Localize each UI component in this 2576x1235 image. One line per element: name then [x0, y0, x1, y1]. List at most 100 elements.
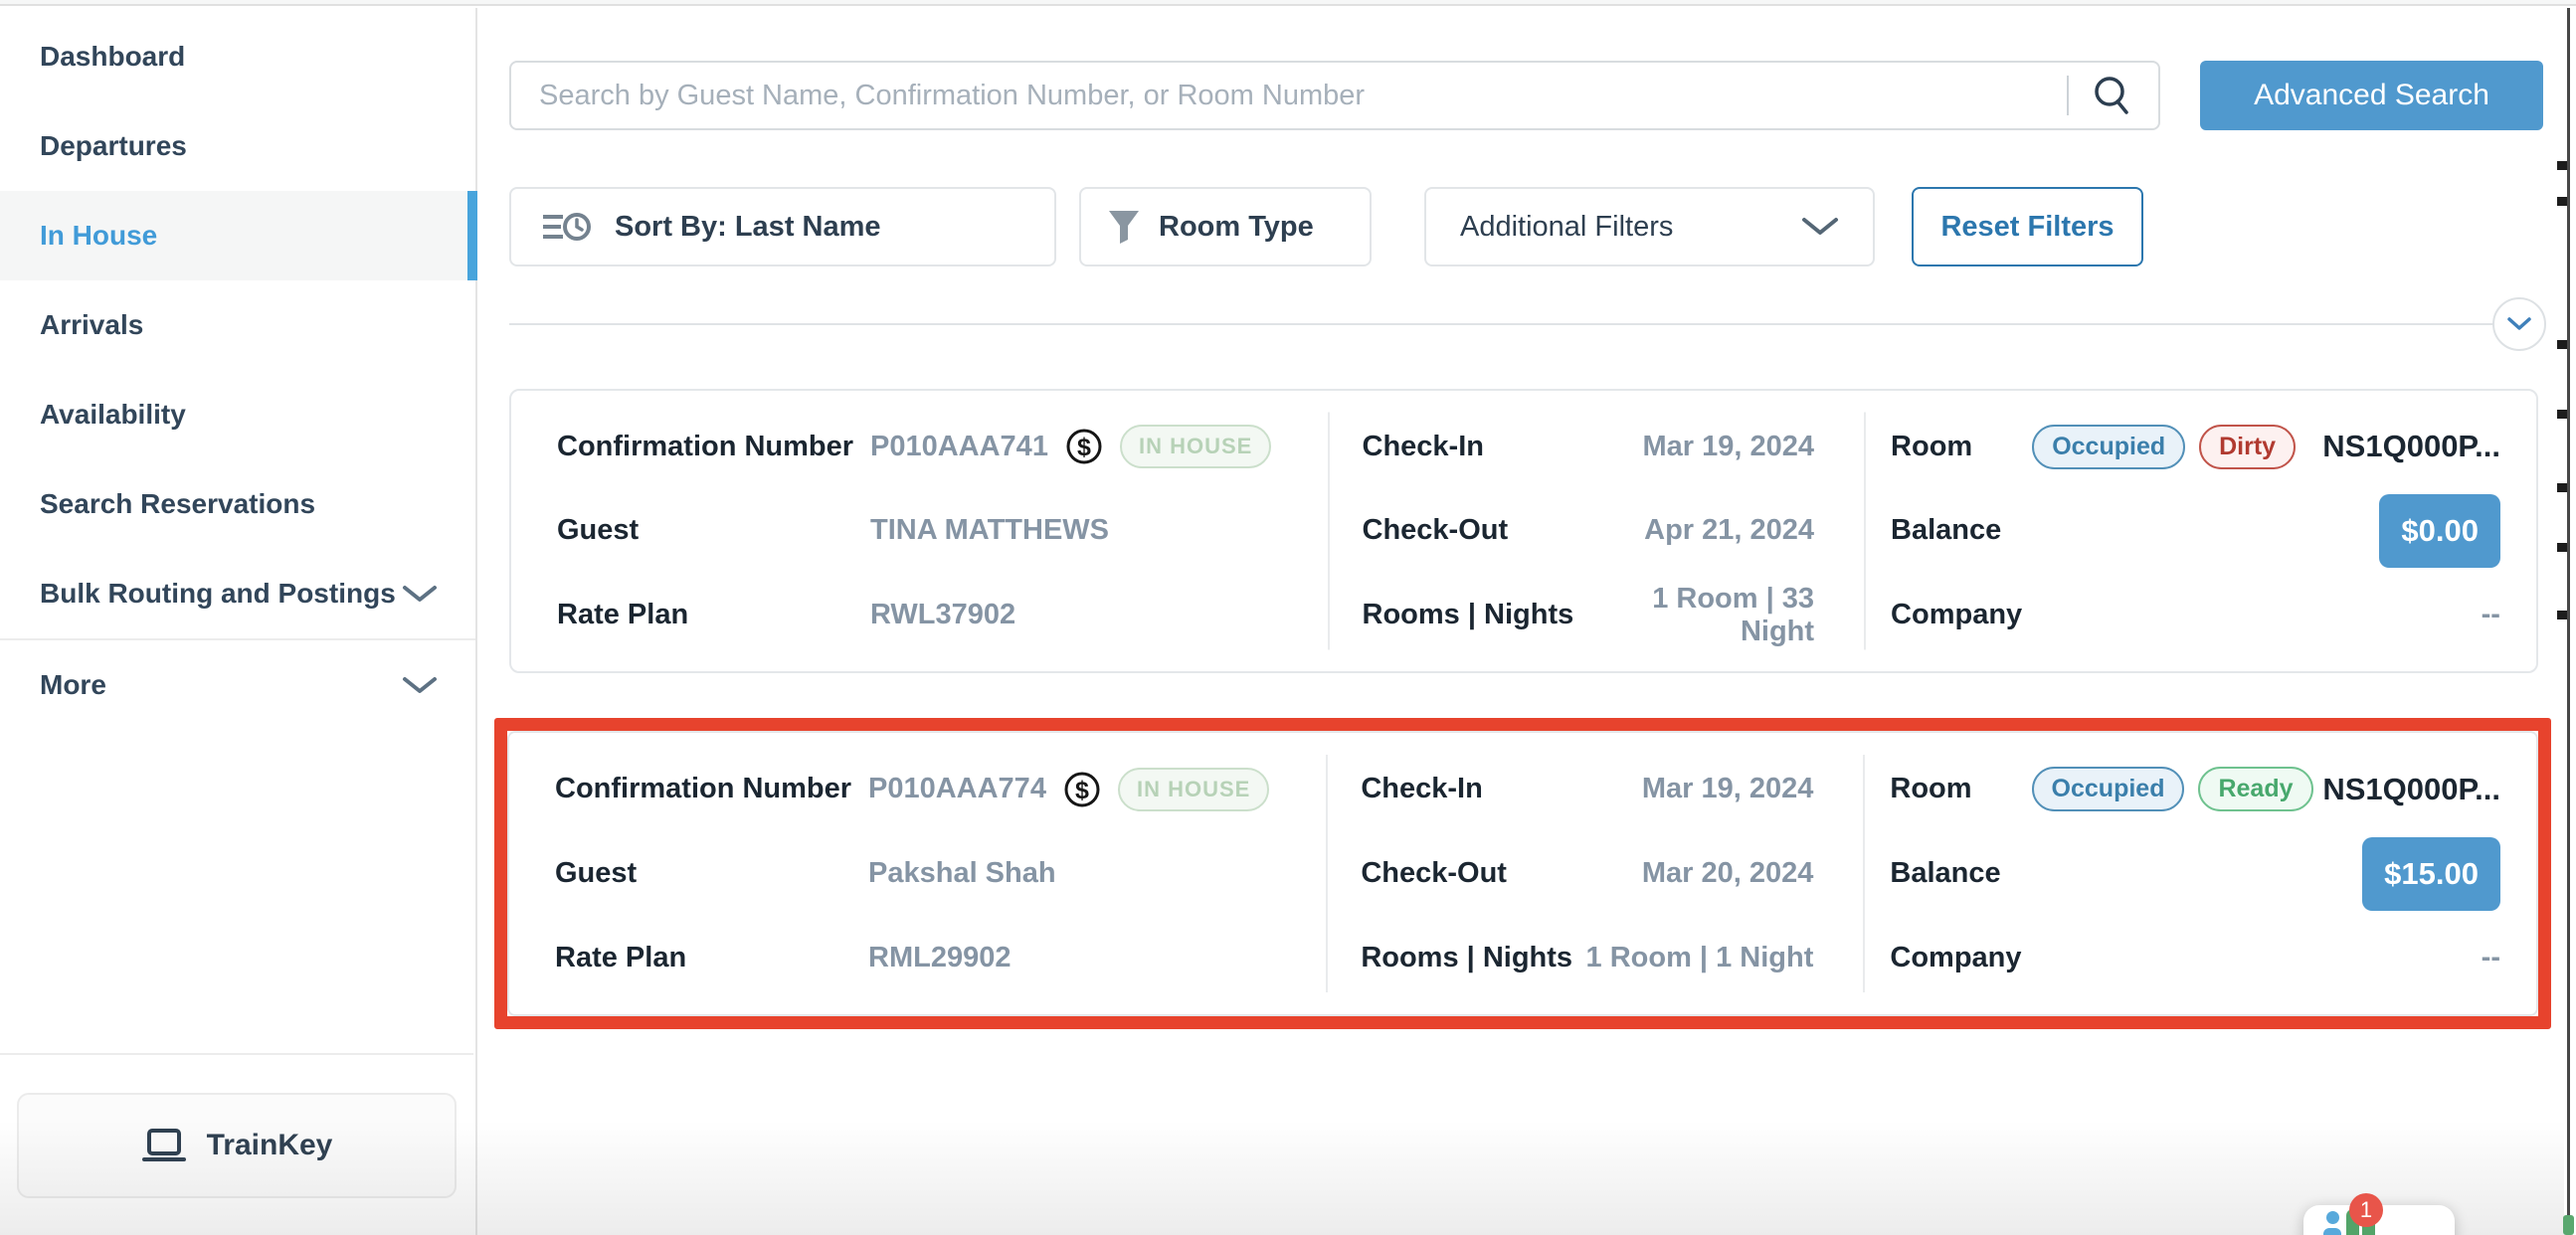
screen-right-edge [2567, 8, 2570, 1235]
confirmation-row: Confirmation Number P010AAA741 $ IN HOUS… [557, 425, 1288, 468]
sidebar-item-availability[interactable]: Availability [0, 370, 475, 459]
sidebar-item-label: Bulk Routing and Postings [40, 578, 396, 610]
svg-text:$: $ [1075, 777, 1089, 804]
rooms-nights-label: Rooms | Nights [1363, 599, 1574, 631]
sidebar-item-label: More [40, 669, 106, 701]
chat-widget-button[interactable]: 1 [2303, 1205, 2455, 1235]
room-row: Room Occupied Ready NS1Q000P... [1890, 767, 2500, 811]
rooms-nights-label: Rooms | Nights [1361, 942, 1572, 974]
search-separator [2067, 76, 2069, 115]
housekeeping-status-badge: Ready [2198, 767, 2312, 811]
guest-name: Pakshal Shah [868, 857, 1056, 890]
collapse-toggle[interactable] [2492, 297, 2546, 351]
rooms-nights-row: Rooms | Nights 1 Room | 1 Night [1361, 942, 1813, 974]
check-out-row: Check-Out Apr 21, 2024 [1363, 514, 1815, 547]
sidebar-item-arrivals[interactable]: Arrivals [0, 280, 475, 370]
sidebar: Dashboard Departures In House Arrivals A… [0, 8, 477, 1235]
room-status-badge: Occupied [2032, 425, 2185, 469]
reservation-card[interactable]: Confirmation Number P010AAA741 $ IN HOUS… [509, 389, 2538, 673]
cropped-content-fragment [2557, 340, 2567, 349]
check-out-date: Apr 21, 2024 [1644, 514, 1814, 547]
confirmation-row: Confirmation Number P010AAA774 $ IN HOUS… [555, 768, 1286, 811]
sidebar-item-search-reservations[interactable]: Search Reservations [0, 459, 475, 549]
check-out-label: Check-Out [1363, 514, 1509, 547]
check-in-row: Check-In Mar 19, 2024 [1363, 431, 1815, 463]
room-label: Room [1891, 431, 1972, 463]
sidebar-item-dashboard[interactable]: Dashboard [0, 12, 475, 101]
sort-by-button[interactable]: Sort By: Last Name [509, 187, 1056, 266]
check-in-row: Check-In Mar 19, 2024 [1361, 773, 1813, 805]
housekeeping-status-badge: Dirty [2199, 425, 2296, 469]
balance-badge[interactable]: $15.00 [2362, 837, 2500, 911]
sidebar-footer: TrainKey [0, 1053, 473, 1235]
confirmation-label: Confirmation Number [555, 773, 868, 805]
highlight-annotation-box: Confirmation Number P010AAA774 $ IN HOUS… [494, 718, 2551, 1029]
card-guest-section: Confirmation Number P010AAA741 $ IN HOUS… [511, 391, 1328, 671]
balance-row: Balance $0.00 [1891, 494, 2500, 568]
balance-row: Balance $15.00 [1890, 837, 2500, 911]
company-value: -- [2482, 599, 2500, 631]
search-input[interactable] [509, 61, 2160, 130]
chevron-down-icon [402, 675, 438, 695]
rate-plan-label: Rate Plan [555, 942, 868, 974]
section-divider [509, 323, 2494, 325]
rate-plan-row: Rate Plan RWL37902 [557, 599, 1288, 631]
cropped-content-fragment [2557, 161, 2567, 170]
sidebar-item-bulk-routing-postings[interactable]: Bulk Routing and Postings [0, 549, 475, 638]
room-row: Room Occupied Dirty NS1Q000P... [1891, 425, 2500, 469]
reset-filters-button[interactable]: Reset Filters [1912, 187, 2143, 266]
chevron-down-icon [1801, 216, 1839, 238]
main-content: Advanced Search Sort By: Last Name R [479, 8, 2576, 1235]
room-type-button[interactable]: Room Type [1079, 187, 1372, 266]
check-in-label: Check-In [1363, 431, 1484, 463]
guest-row: Guest TINA MATTHEWS [557, 514, 1288, 547]
dollar-circle-icon[interactable]: $ [1064, 427, 1104, 466]
advanced-search-button[interactable]: Advanced Search [2200, 61, 2543, 130]
sidebar-nav: Dashboard Departures In House Arrivals A… [0, 8, 475, 730]
company-label: Company [1890, 942, 2021, 974]
funnel-filter-icon [1107, 209, 1141, 245]
cropped-content-fragment [2557, 410, 2567, 419]
search-icon[interactable] [2091, 74, 2134, 117]
dollar-circle-icon[interactable]: $ [1062, 770, 1102, 809]
check-in-date: Mar 19, 2024 [1643, 431, 1815, 463]
notification-badge: 1 [2349, 1193, 2383, 1227]
cropped-content-fragment [2557, 197, 2567, 206]
check-in-date: Mar 19, 2024 [1642, 773, 1814, 805]
rooms-nights-value: 1 Room | 1 Night [1586, 942, 1814, 974]
guest-row: Guest Pakshal Shah [555, 857, 1286, 890]
sidebar-item-label: Arrivals [40, 309, 143, 341]
cropped-content-fragment [2557, 611, 2567, 619]
sidebar-item-in-house[interactable]: In House [0, 191, 475, 280]
company-value: -- [2482, 942, 2500, 974]
trainkey-label: TrainKey [207, 1129, 333, 1162]
sort-by-label: Sort By: Last Name [615, 211, 881, 244]
cropped-content-fragment [2557, 543, 2567, 552]
additional-filters-button[interactable]: Additional Filters [1424, 187, 1875, 266]
cropped-content-fragment [2563, 1215, 2574, 1235]
sidebar-item-departures[interactable]: Departures [0, 101, 475, 191]
rate-plan-label: Rate Plan [557, 599, 870, 631]
reservation-card[interactable]: Confirmation Number P010AAA774 $ IN HOUS… [507, 731, 2538, 1016]
room-status-badge: Occupied [2032, 767, 2185, 811]
svg-text:$: $ [1077, 434, 1091, 461]
room-label: Room [1890, 773, 1971, 805]
rate-plan-value: RWL37902 [870, 599, 1015, 631]
rate-plan-row: Rate Plan RML29902 [555, 942, 1286, 974]
chat-logo-icon [2326, 1211, 2339, 1224]
room-number: NS1Q000P... [2322, 429, 2500, 464]
sidebar-item-more[interactable]: More [0, 640, 475, 730]
trainkey-button[interactable]: TrainKey [17, 1093, 457, 1198]
card-room-section: Room Occupied Dirty NS1Q000P... Balance … [1864, 391, 2536, 671]
additional-filters-label: Additional Filters [1460, 211, 1673, 244]
in-house-status-badge: IN HOUSE [1118, 768, 1269, 811]
card-dates-section: Check-In Mar 19, 2024 Check-Out Apr 21, … [1328, 391, 1865, 671]
sidebar-item-label: In House [40, 220, 157, 252]
sort-history-icon [541, 209, 593, 245]
check-out-row: Check-Out Mar 20, 2024 [1361, 857, 1813, 890]
sidebar-item-label: Search Reservations [40, 488, 315, 520]
company-row: Company -- [1891, 599, 2500, 631]
app-window: Dashboard Departures In House Arrivals A… [0, 0, 2576, 1235]
balance-badge[interactable]: $0.00 [2379, 494, 2500, 568]
check-out-date: Mar 20, 2024 [1642, 857, 1814, 890]
